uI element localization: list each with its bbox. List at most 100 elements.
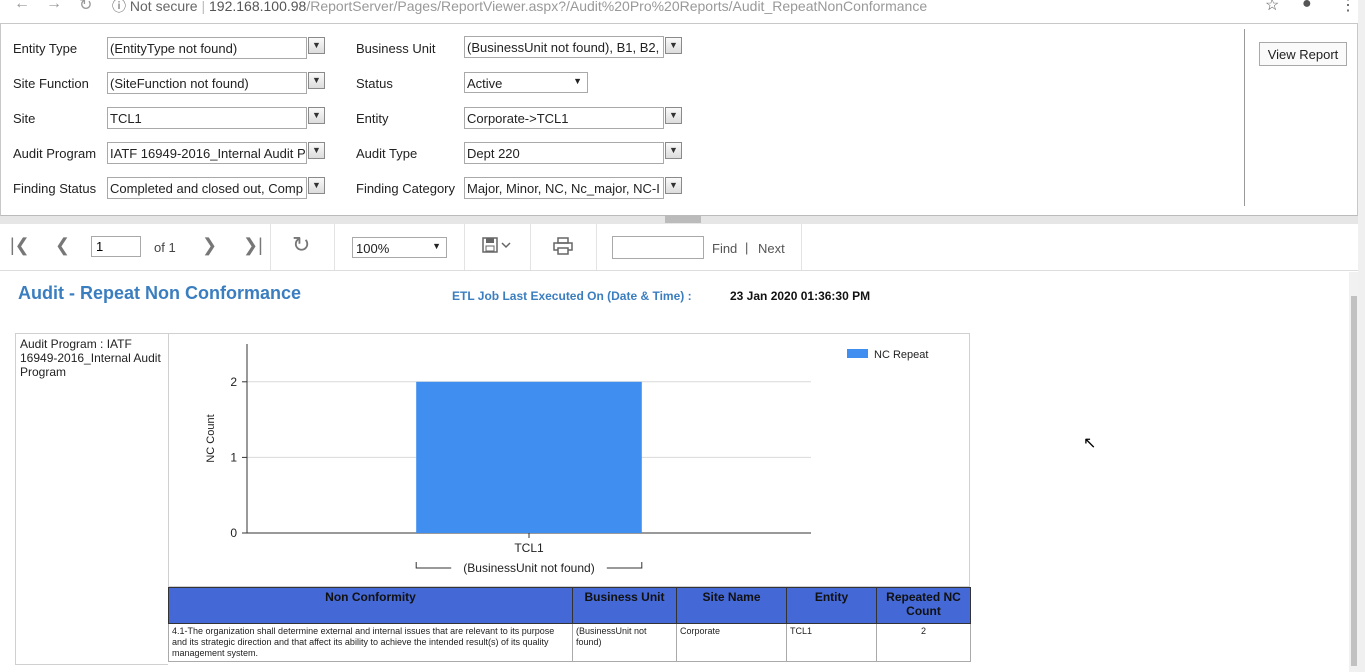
first-page-icon[interactable]: |❮ (10, 235, 30, 256)
param-label-finding-category: Finding Category (356, 181, 455, 196)
param-entity-type-input[interactable]: (EntityType not found) (107, 37, 307, 59)
cell-site-name: Corporate (676, 623, 787, 662)
bar (416, 381, 642, 533)
param-site-input[interactable]: TCL1 (107, 107, 307, 129)
param-entity-input[interactable]: Corporate->TCL1 (464, 107, 664, 129)
legend-label: NC Repeat (874, 349, 928, 361)
dropdown-arrow-icon[interactable]: ▼ (308, 72, 325, 89)
etl-value: 23 Jan 2020 01:36:30 PM (730, 289, 871, 303)
group-bracket-right (606, 562, 643, 569)
param-label-status: Status (356, 76, 393, 91)
dropdown-arrow-icon[interactable]: ▼ (665, 107, 682, 124)
col-header-entity: Entity (786, 587, 877, 624)
security-label: Not secure (129, 0, 198, 14)
param-label-entity: Entity (356, 111, 389, 126)
cell-business-unit: (BusinessUnit not found) (572, 623, 677, 662)
col-header-non-conformity: Non Conformity (168, 587, 573, 624)
etl-label: ETL Job Last Executed On (Date & Time) : (452, 289, 692, 303)
toolbar-separator (270, 224, 271, 270)
report-title: Audit - Repeat Non Conformance (18, 283, 302, 303)
url-host: 192.168.100.98 (209, 0, 307, 14)
menu-kebab-icon[interactable]: ⋮ (1340, 0, 1356, 14)
bookmark-star-icon[interactable]: ☆ (1265, 0, 1279, 14)
page-number-input[interactable] (91, 236, 141, 257)
dropdown-arrow-icon[interactable]: ▼ (308, 107, 325, 124)
select-arrow-icon: ▼ (432, 241, 441, 251)
find-separator: | (745, 240, 749, 255)
group-label: (BusinessUnit not found) (463, 561, 594, 575)
reload-icon[interactable]: ↻ (79, 0, 92, 14)
account-icon[interactable]: ● (1302, 0, 1312, 13)
previous-page-icon[interactable]: ❮ (55, 235, 70, 256)
last-page-icon[interactable]: ❯| (243, 235, 263, 256)
find-link[interactable]: Find (712, 241, 737, 256)
find-input[interactable] (612, 236, 704, 259)
param-audit-program-input[interactable]: IATF 16949-2016_Internal Audit P (107, 142, 307, 164)
param-status-value: Active (467, 76, 503, 91)
col-header-business-unit: Business Unit (572, 587, 677, 624)
window-edge (1358, 0, 1365, 672)
table-header-row: Non Conformity Business Unit Site Name E… (168, 587, 971, 624)
url-path: /ReportServer/Pages/ReportViewer.aspx?/A… (306, 0, 928, 14)
collapse-params-handle[interactable] (665, 216, 701, 223)
dropdown-arrow-icon[interactable]: ▼ (308, 37, 325, 54)
param-label-audit-type: Audit Type (356, 146, 418, 161)
param-business-unit-input[interactable]: (BusinessUnit not found), B1, B2, I (464, 36, 664, 58)
report-toolbar: |❮ ❮ of 1 ❯ ❯| ↻ 100% ▼ Find | Next (0, 224, 1358, 271)
group-bracket-left (415, 562, 452, 569)
param-site-function-input[interactable]: (SiteFunction not found) (107, 72, 307, 94)
param-label-audit-program: Audit Program (13, 146, 97, 161)
y-axis-label: NC Count (205, 414, 217, 462)
col-header-repeated-nc-count: Repeated NC Count (876, 587, 971, 624)
toolbar-separator (596, 224, 597, 270)
dropdown-arrow-icon[interactable]: ▼ (665, 177, 682, 194)
y-tick-label: 1 (230, 450, 237, 464)
url-bar[interactable]: ⓘ Not secure | 192.168.100.98/ReportServ… (112, 0, 927, 14)
param-label-entity-type: Entity Type (13, 41, 78, 56)
param-label-site-function: Site Function (13, 76, 89, 91)
mouse-cursor-icon: ↖ (1083, 435, 1097, 452)
print-icon[interactable] (553, 237, 573, 260)
zoom-select[interactable]: 100% ▼ (352, 237, 447, 258)
param-finding-status-input[interactable]: Completed and closed out, Comp (107, 177, 307, 199)
toolbar-separator (464, 224, 465, 270)
scrollbar-thumb[interactable] (1351, 296, 1357, 666)
dropdown-arrow-icon[interactable]: ▼ (665, 142, 682, 159)
param-label-finding-status: Finding Status (13, 181, 97, 196)
param-label-business-unit: Business Unit (356, 41, 436, 56)
param-status-select[interactable]: Active ▼ (464, 72, 588, 93)
dropdown-arrow-icon[interactable]: ▼ (308, 177, 325, 194)
select-arrow-icon: ▼ (573, 76, 582, 86)
toolbar-separator (801, 224, 802, 270)
info-icon: ⓘ (112, 0, 126, 14)
cell-entity: TCL1 (786, 623, 877, 662)
param-divider (1244, 29, 1245, 206)
view-report-button[interactable]: View Report (1259, 42, 1347, 66)
param-label-site: Site (13, 111, 36, 126)
cell-non-conformity: 4.1-The organization shall determine ext… (168, 623, 573, 662)
back-icon[interactable]: ← (14, 0, 30, 13)
zoom-value: 100% (356, 241, 390, 256)
y-tick-label: 2 (230, 375, 237, 389)
legend-swatch (847, 349, 868, 358)
forward-icon[interactable]: → (46, 0, 62, 13)
dropdown-arrow-icon[interactable]: ▼ (308, 142, 325, 159)
param-audit-type-input[interactable]: Dept 220 (464, 142, 664, 164)
toolbar-separator (334, 224, 335, 270)
chart-container: 0 1 2 TCL1 (BusinessUnit not found) NC Count N… (168, 333, 970, 587)
col-header-site-name: Site Name (676, 587, 787, 624)
find-next-link[interactable]: Next (758, 241, 785, 256)
audit-program-cell: Audit Program : IATF 16949-2016_Internal… (15, 333, 168, 665)
table-row: 4.1-The organization shall determine ext… (168, 623, 971, 662)
dropdown-arrow-icon[interactable]: ▼ (665, 37, 682, 54)
next-page-icon[interactable]: ❯ (202, 235, 217, 256)
browser-address-bar: ← → ↻ ⓘ Not secure | 192.168.100.98/Repo… (0, 0, 1365, 14)
toolbar-separator (530, 224, 531, 270)
page-count: of 1 (154, 240, 176, 255)
nc-table: Non Conformity Business Unit Site Name E… (168, 587, 971, 662)
export-save-icon[interactable] (482, 237, 512, 260)
param-finding-category-input[interactable]: Major, Minor, NC, Nc_major, NC-I (464, 177, 664, 199)
x-tick-label: TCL1 (514, 541, 544, 555)
refresh-icon[interactable]: ↻ (292, 232, 310, 258)
cell-repeated-nc-count: 2 (876, 623, 971, 662)
